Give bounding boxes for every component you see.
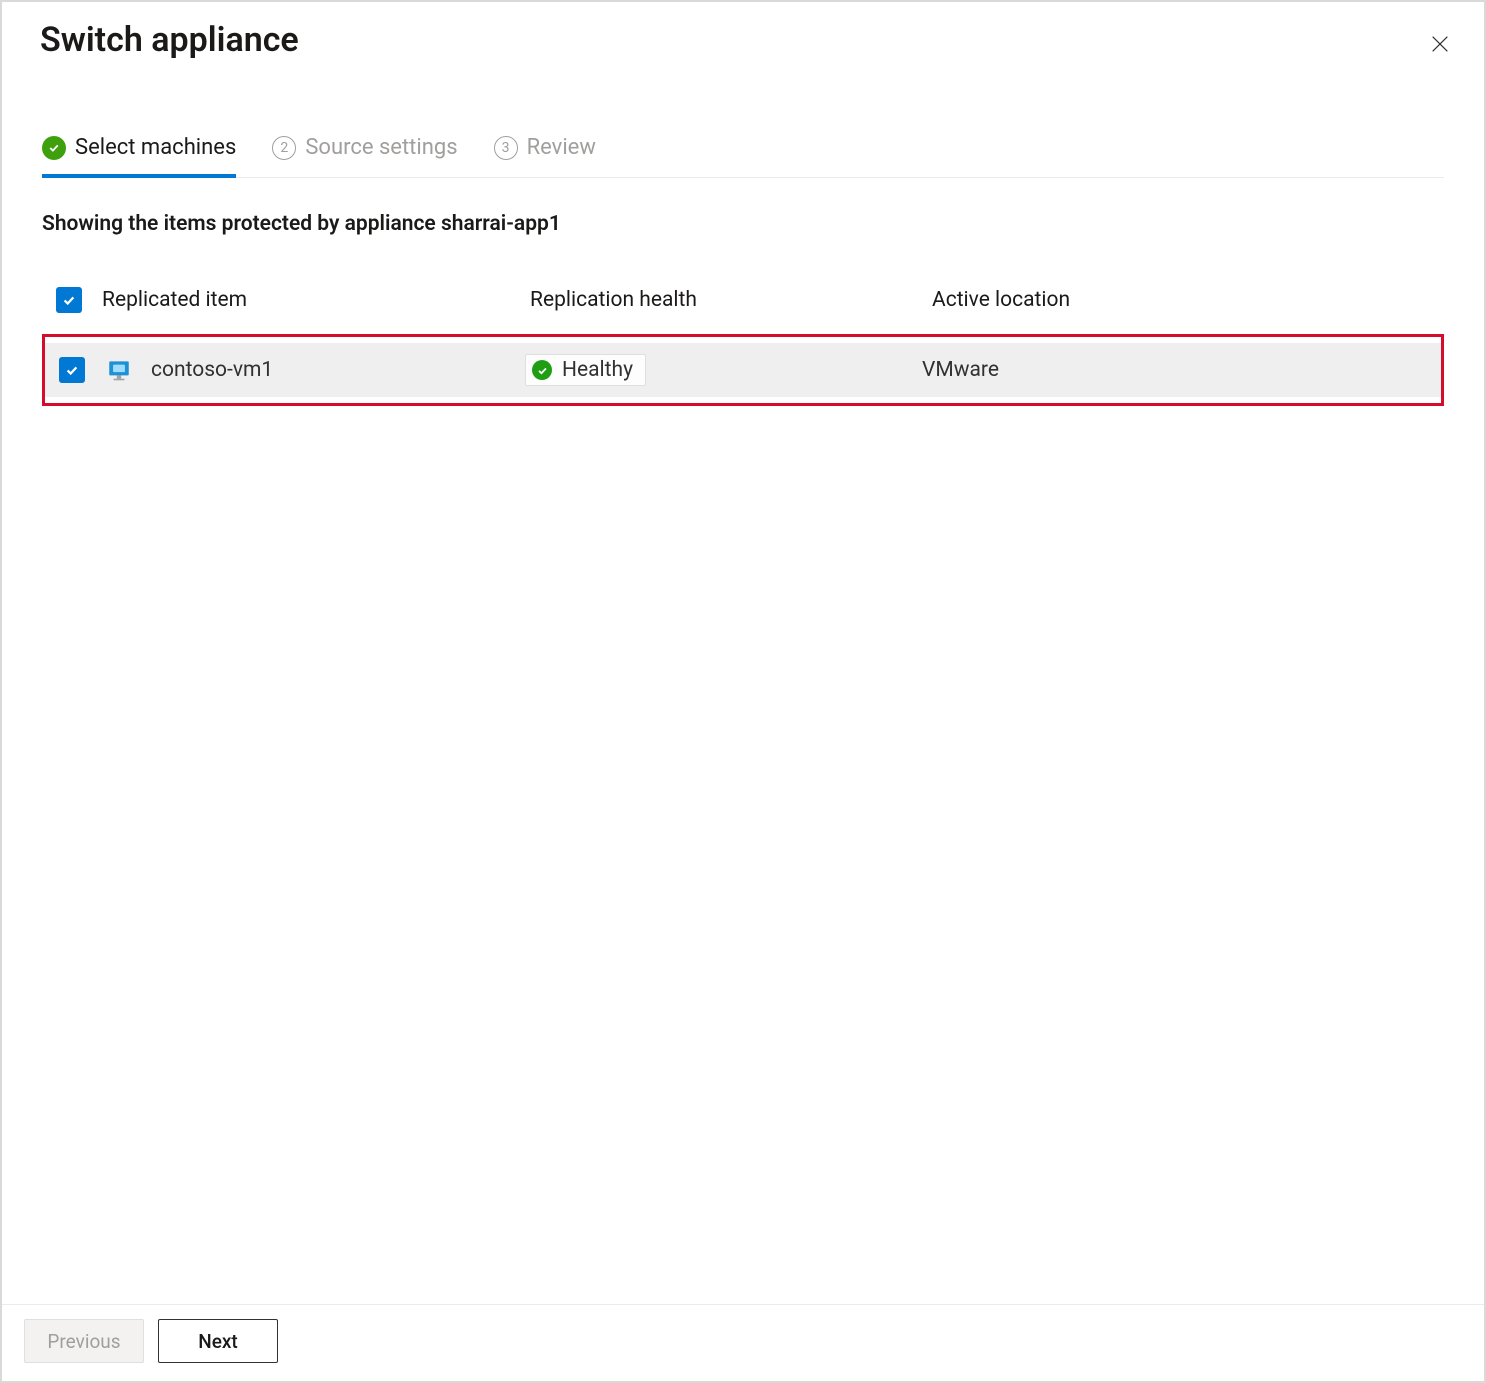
table-header-row: Replicated item Replication health Activ… (42, 276, 1444, 324)
panel-header: Switch appliance (2, 2, 1484, 60)
vm-icon (105, 356, 133, 384)
step-label: Source settings (305, 137, 457, 159)
check-icon (42, 136, 66, 160)
wizard-stepper: Select machines 2 Source settings 3 Revi… (42, 136, 1444, 178)
showing-items-description: Showing the items protected by appliance… (42, 212, 1444, 236)
step-label: Review (527, 137, 596, 159)
row-health-text: Healthy (562, 358, 633, 382)
step-source-settings[interactable]: 2 Source settings (272, 136, 457, 178)
next-button[interactable]: Next (158, 1319, 278, 1363)
step-label: Select machines (75, 137, 236, 159)
switch-appliance-panel: Switch appliance Select machines 2 Sourc… (0, 0, 1486, 1383)
health-badge: Healthy (525, 354, 646, 386)
col-header-location[interactable]: Active location (912, 288, 1444, 312)
col-header-item[interactable]: Replicated item (102, 288, 522, 312)
panel-content: Select machines 2 Source settings 3 Revi… (2, 60, 1484, 1304)
select-all-checkbox[interactable] (56, 287, 82, 313)
row-checkbox[interactable] (59, 357, 85, 383)
step-number-badge: 3 (494, 136, 518, 160)
replicated-items-table: Replicated item Replication health Activ… (42, 276, 1444, 406)
close-icon (1429, 33, 1451, 55)
check-icon (532, 360, 552, 380)
selection-highlight: contoso-vm1 Healthy VMware (42, 334, 1444, 406)
row-active-location: VMware (915, 358, 1441, 382)
col-header-health[interactable]: Replication health (522, 288, 912, 312)
row-vm-name: contoso-vm1 (151, 358, 273, 382)
panel-footer: Previous Next (2, 1304, 1484, 1381)
step-review[interactable]: 3 Review (494, 136, 596, 178)
close-button[interactable] (1426, 30, 1454, 58)
table-row[interactable]: contoso-vm1 Healthy VMware (45, 343, 1441, 397)
previous-button[interactable]: Previous (24, 1319, 144, 1363)
step-select-machines[interactable]: Select machines (42, 136, 236, 178)
step-number-badge: 2 (272, 136, 296, 160)
page-title: Switch appliance (40, 20, 299, 60)
